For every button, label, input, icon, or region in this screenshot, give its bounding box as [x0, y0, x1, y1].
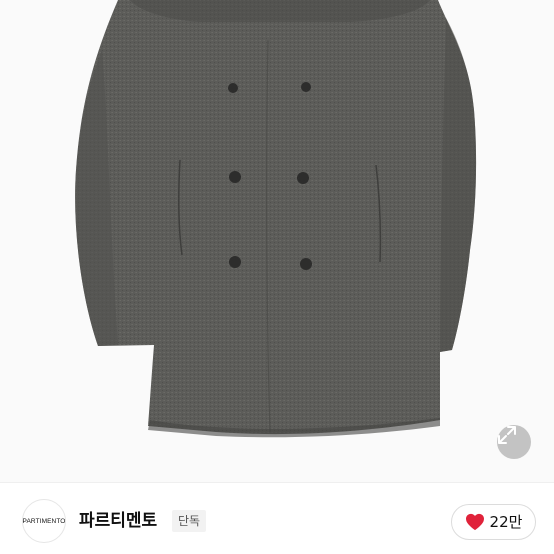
product-image[interactable]: [0, 0, 554, 482]
brand-logo-text: PARTIMENTO: [22, 517, 66, 525]
expand-image-button[interactable]: [497, 425, 531, 459]
coat-illustration: [75, 0, 477, 438]
brand-name[interactable]: 파르티멘토: [79, 510, 157, 532]
heart-icon: [465, 513, 484, 531]
like-button[interactable]: 22만: [451, 504, 536, 540]
like-count: 22만: [489, 513, 523, 531]
brand-logo[interactable]: PARTIMENTO: [22, 499, 66, 543]
coat-body: [75, 0, 477, 435]
exclusive-badge: 단독: [172, 510, 207, 532]
expand-icon: [498, 426, 516, 444]
